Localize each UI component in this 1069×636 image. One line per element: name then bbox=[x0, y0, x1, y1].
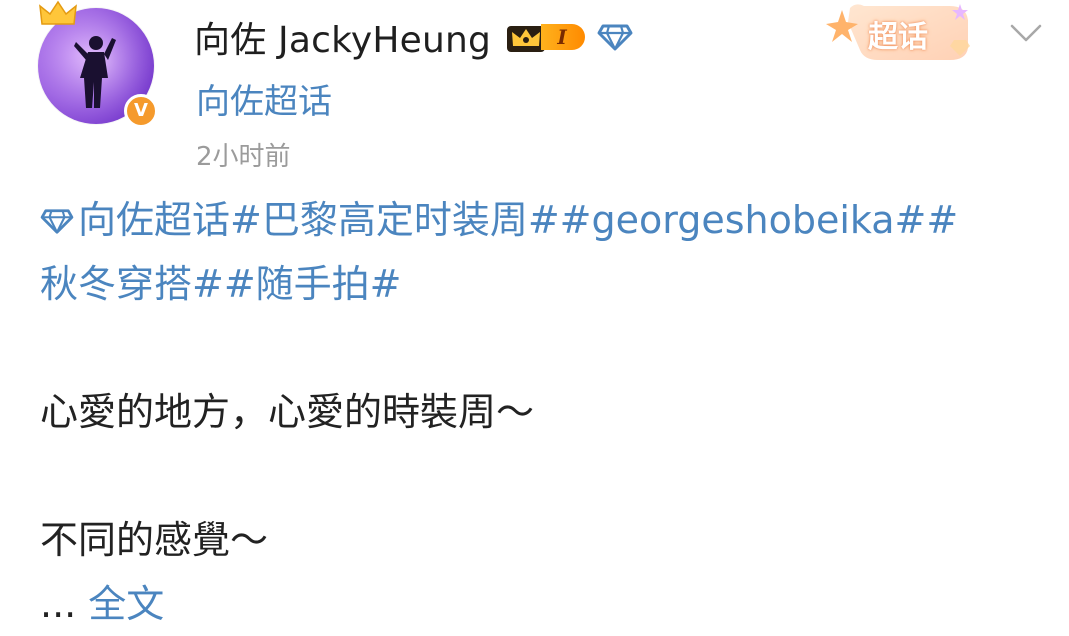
diamond-icon bbox=[40, 209, 74, 234]
vip-level-label: I bbox=[541, 24, 586, 50]
supertopic-sticker[interactable]: 超话 bbox=[820, 0, 988, 70]
vip-badge[interactable]: I bbox=[505, 20, 586, 54]
full-text-link[interactable]: 全文 bbox=[88, 582, 164, 626]
verified-badge-icon: V bbox=[124, 94, 158, 128]
topic-line-2[interactable]: 秋冬穿搭##随手拍# bbox=[40, 252, 1040, 316]
more-line: ... 全文 bbox=[40, 572, 1040, 636]
topic-line-1[interactable]: 向佐超话#巴黎高定时装周##georgeshobeika## bbox=[40, 188, 1040, 252]
post-body: 向佐超话#巴黎高定时装周##georgeshobeika## 秋冬穿搭##随手拍… bbox=[40, 188, 1040, 636]
content-line-2: 不同的感覺～ bbox=[40, 518, 269, 562]
topic-hashtags-2[interactable]: 秋冬穿搭##随手拍# bbox=[40, 262, 402, 306]
sticker-label: 超话 bbox=[868, 20, 928, 55]
content-line-1: 心愛的地方，心愛的時裝周～ bbox=[40, 390, 535, 434]
ellipsis: ... bbox=[40, 582, 77, 626]
diamond-icon[interactable] bbox=[597, 22, 633, 52]
topic-hashtags-1[interactable]: 向佐超话#巴黎高定时装周##georgeshobeika## bbox=[78, 198, 958, 242]
post-timestamp: 2小时前 bbox=[196, 142, 291, 172]
chevron-down-icon[interactable] bbox=[1006, 18, 1046, 48]
avatar-area[interactable]: V bbox=[38, 0, 158, 128]
supertopic-link[interactable]: 向佐超话 bbox=[196, 74, 332, 123]
username-row: 向佐 JackyHeung I bbox=[194, 12, 633, 62]
crown-icon bbox=[39, 0, 77, 25]
username[interactable]: 向佐 JackyHeung bbox=[194, 11, 491, 63]
